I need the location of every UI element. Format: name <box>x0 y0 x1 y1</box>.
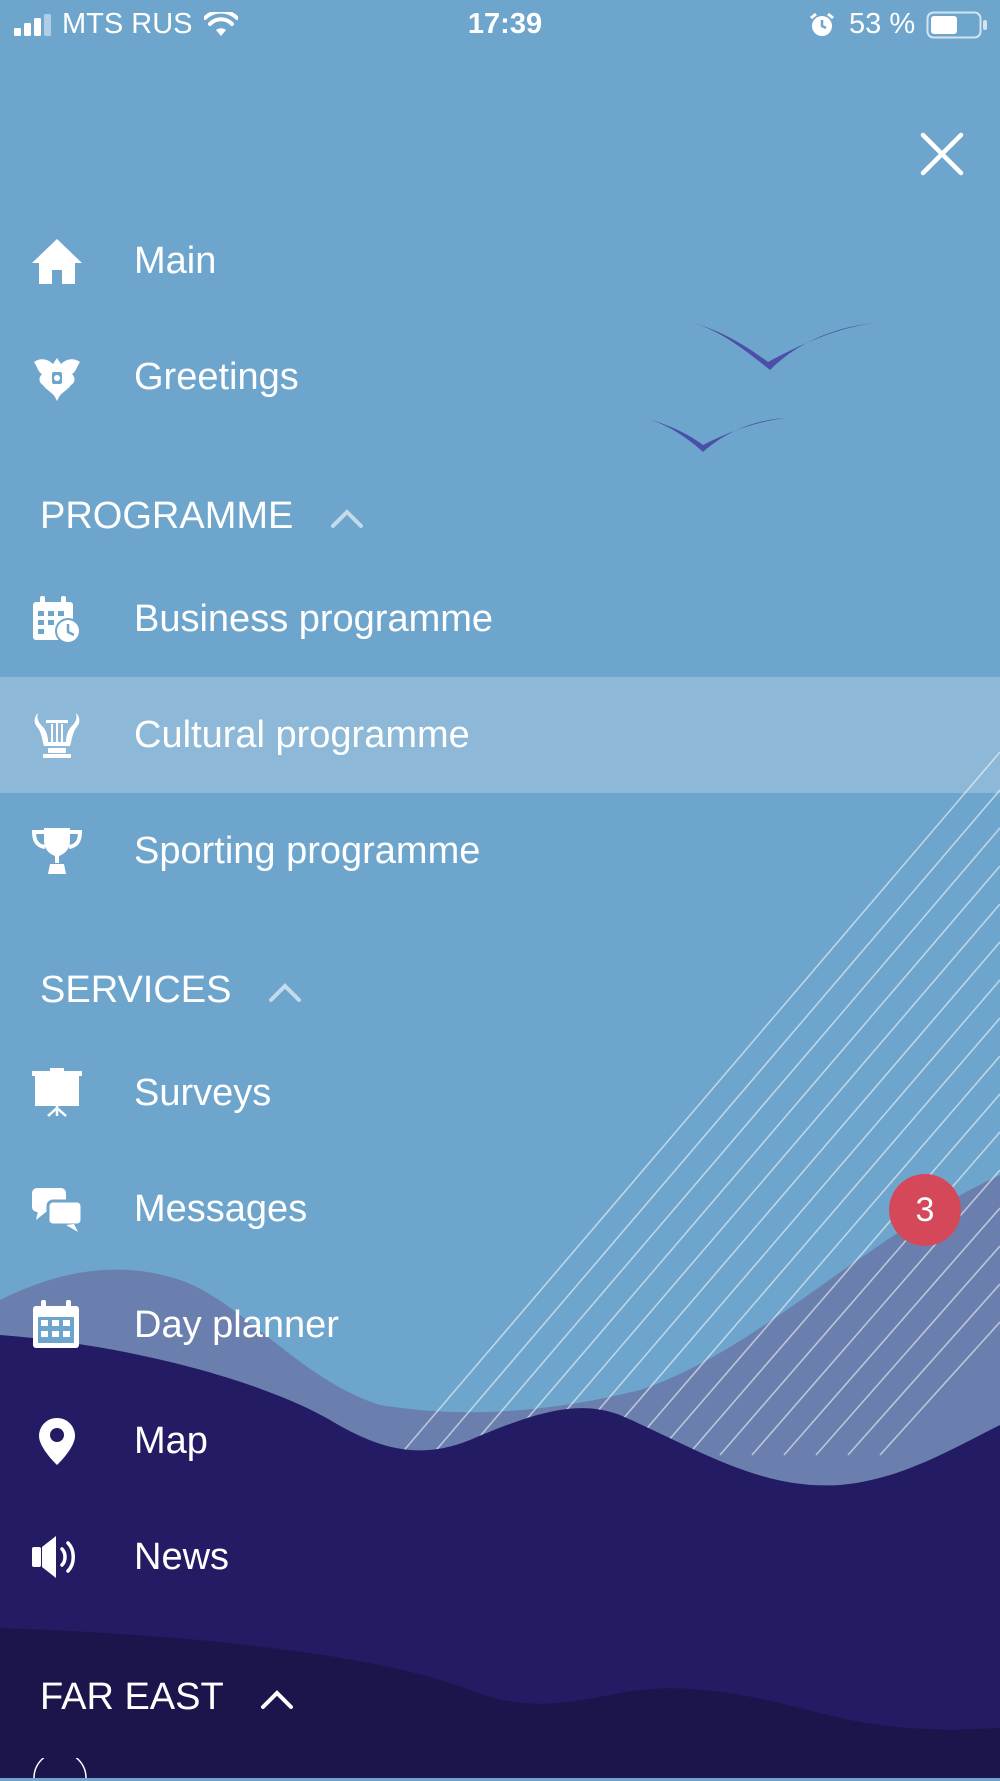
menu-item-day-planner[interactable]: Day planner <box>0 1267 1000 1383</box>
unread-count-badge: 3 <box>889 1174 961 1246</box>
chevron-up-icon <box>260 1690 293 1709</box>
coat-of-arms-icon <box>34 358 80 401</box>
presentation-board-icon <box>32 1068 82 1117</box>
calendar-clock-icon <box>33 596 81 644</box>
menu-item-greetings[interactable]: Greetings <box>0 319 1000 435</box>
battery-percent: 53 % <box>849 8 916 40</box>
section-header-far-east[interactable]: FAR EAST <box>40 1676 294 1719</box>
lyre-icon <box>34 713 80 758</box>
menu-item-label: Day planner <box>134 1304 339 1346</box>
alarm-clock-icon <box>810 12 834 36</box>
menu-item-sporting-programme[interactable]: Sporting programme <box>0 793 1000 909</box>
menu-item-messages[interactable]: Messages <box>0 1151 1000 1267</box>
chevron-up-icon <box>269 983 302 1002</box>
menu-item-business-programme[interactable]: Business programme <box>0 561 1000 677</box>
section-title: PROGRAMME <box>40 495 294 537</box>
menu-item-label: Sporting programme <box>134 830 481 872</box>
megaphone-icon <box>32 1536 75 1578</box>
section-title: FAR EAST <box>40 1676 224 1718</box>
calendar-grid-icon <box>33 1300 79 1348</box>
menu-item-cultural-programme[interactable]: Cultural programme <box>0 677 1000 793</box>
menu-item-map[interactable]: Map <box>0 1383 1000 1499</box>
section-header-programme[interactable]: PROGRAMME <box>40 495 364 538</box>
section-title: SERVICES <box>40 969 232 1011</box>
status-bar: MTS RUS 17:39 53 % <box>0 0 1000 50</box>
menu-item-label: Business programme <box>134 598 494 640</box>
trophy-icon <box>31 828 83 874</box>
menu-item-label: Greetings <box>134 356 299 398</box>
menu-item-surveys[interactable]: Surveys <box>0 1035 1000 1151</box>
menu-item-main[interactable]: Main <box>0 203 1000 319</box>
menu-item-label: Surveys <box>134 1072 272 1114</box>
menu-item-label: News <box>134 1536 230 1578</box>
map-pin-icon <box>39 1418 75 1465</box>
chevron-up-icon <box>330 509 363 528</box>
menu-item-label: Cultural programme <box>134 714 470 756</box>
close-icon[interactable] <box>920 132 964 176</box>
menu-item-label: Map <box>134 1420 208 1462</box>
section-header-services[interactable]: SERVICES <box>40 969 302 1012</box>
chat-bubbles-icon <box>32 1188 84 1232</box>
home-icon <box>32 239 82 284</box>
menu-item-label: Main <box>134 240 217 282</box>
menu-item-news[interactable]: News <box>0 1499 1000 1615</box>
logo-emblem <box>33 1751 87 1779</box>
battery-icon <box>926 11 987 39</box>
menu-item-label: Messages <box>134 1188 308 1230</box>
